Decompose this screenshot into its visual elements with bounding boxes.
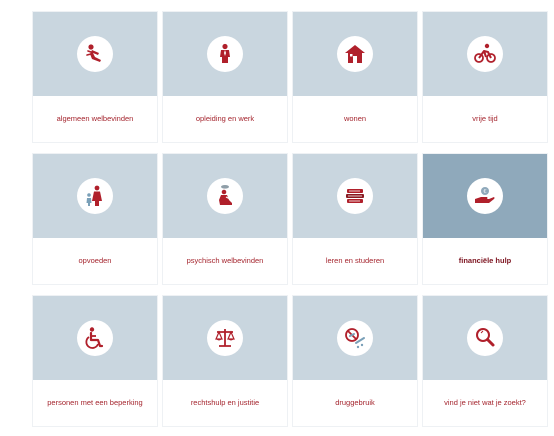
category-grid: algemeen welbevinden opleiding en werk w… <box>0 0 554 436</box>
tile-image-area <box>33 12 157 96</box>
tile-personen-met-een-beperking[interactable]: personen met een beperking <box>33 296 157 426</box>
tile-label: vrije tijd <box>472 114 498 124</box>
tile-label: rechtshulp en justitie <box>190 398 260 408</box>
no-drugs-icon <box>343 326 367 350</box>
svg-text:€: € <box>483 189 486 195</box>
tile-label: leren en studeren <box>325 256 385 266</box>
tile-image-area <box>423 12 547 96</box>
house-icon <box>343 42 367 66</box>
icon-circle <box>207 178 243 214</box>
tile-psychisch-welbevinden[interactable]: psychisch welbevinden <box>163 154 287 284</box>
fallen-person-icon <box>83 42 107 66</box>
icon-circle <box>77 178 113 214</box>
cyclist-icon <box>473 42 497 66</box>
tile-label: wonen <box>343 114 367 124</box>
tile-image-area <box>33 296 157 380</box>
tile-wonen[interactable]: wonen <box>293 12 417 142</box>
tile-image-area <box>163 154 287 238</box>
icon-circle <box>77 320 113 356</box>
tile-image-area <box>293 12 417 96</box>
person-with-tie-icon <box>213 42 237 66</box>
tile-opvoeden[interactable]: opvoeden <box>33 154 157 284</box>
tile-image-area <box>423 296 547 380</box>
tile-image-area <box>163 12 287 96</box>
parent-child-icon <box>83 184 107 208</box>
sad-person-icon <box>213 184 237 208</box>
icon-circle <box>337 178 373 214</box>
icon-circle <box>77 36 113 72</box>
hand-with-coin-icon: € <box>473 184 497 208</box>
tile-image-area <box>33 154 157 238</box>
tile-leren-en-studeren[interactable]: leren en studeren <box>293 154 417 284</box>
tile-label: financiële hulp <box>458 256 512 266</box>
tile-opleiding-en-werk[interactable]: opleiding en werk <box>163 12 287 142</box>
tile-label: algemeen welbevinden <box>56 114 134 124</box>
tile-rechtshulp-en-justitie[interactable]: rechtshulp en justitie <box>163 296 287 426</box>
tile-image-area <box>293 296 417 380</box>
tile-label: opvoeden <box>78 256 112 266</box>
tile-label: psychisch welbevinden <box>186 256 264 266</box>
icon-circle <box>207 36 243 72</box>
magnifier-icon <box>473 326 497 350</box>
icon-circle <box>337 36 373 72</box>
icon-circle <box>207 320 243 356</box>
scales-icon <box>213 326 237 350</box>
icon-circle <box>467 320 503 356</box>
icon-circle: € <box>467 178 503 214</box>
tile-financiele-hulp[interactable]: € financiële hulp <box>423 154 547 284</box>
tile-algemeen-welbevinden[interactable]: algemeen welbevinden <box>33 12 157 142</box>
tile-vind-je-niet-wat-je-zoekt[interactable]: vind je niet wat je zoekt? <box>423 296 547 426</box>
tile-image-area <box>293 154 417 238</box>
tile-label: vind je niet wat je zoekt? <box>444 398 526 408</box>
tile-label: druggebruik <box>335 398 375 408</box>
tile-label: personen met een beperking <box>47 398 143 408</box>
tile-vrije-tijd[interactable]: vrije tijd <box>423 12 547 142</box>
icon-circle <box>337 320 373 356</box>
tile-image-area: € <box>423 154 547 238</box>
tile-label: opleiding en werk <box>195 114 255 124</box>
tile-druggebruik[interactable]: druggebruik <box>293 296 417 426</box>
books-icon <box>343 184 367 208</box>
wheelchair-icon <box>83 326 107 350</box>
tile-image-area <box>163 296 287 380</box>
icon-circle <box>467 36 503 72</box>
